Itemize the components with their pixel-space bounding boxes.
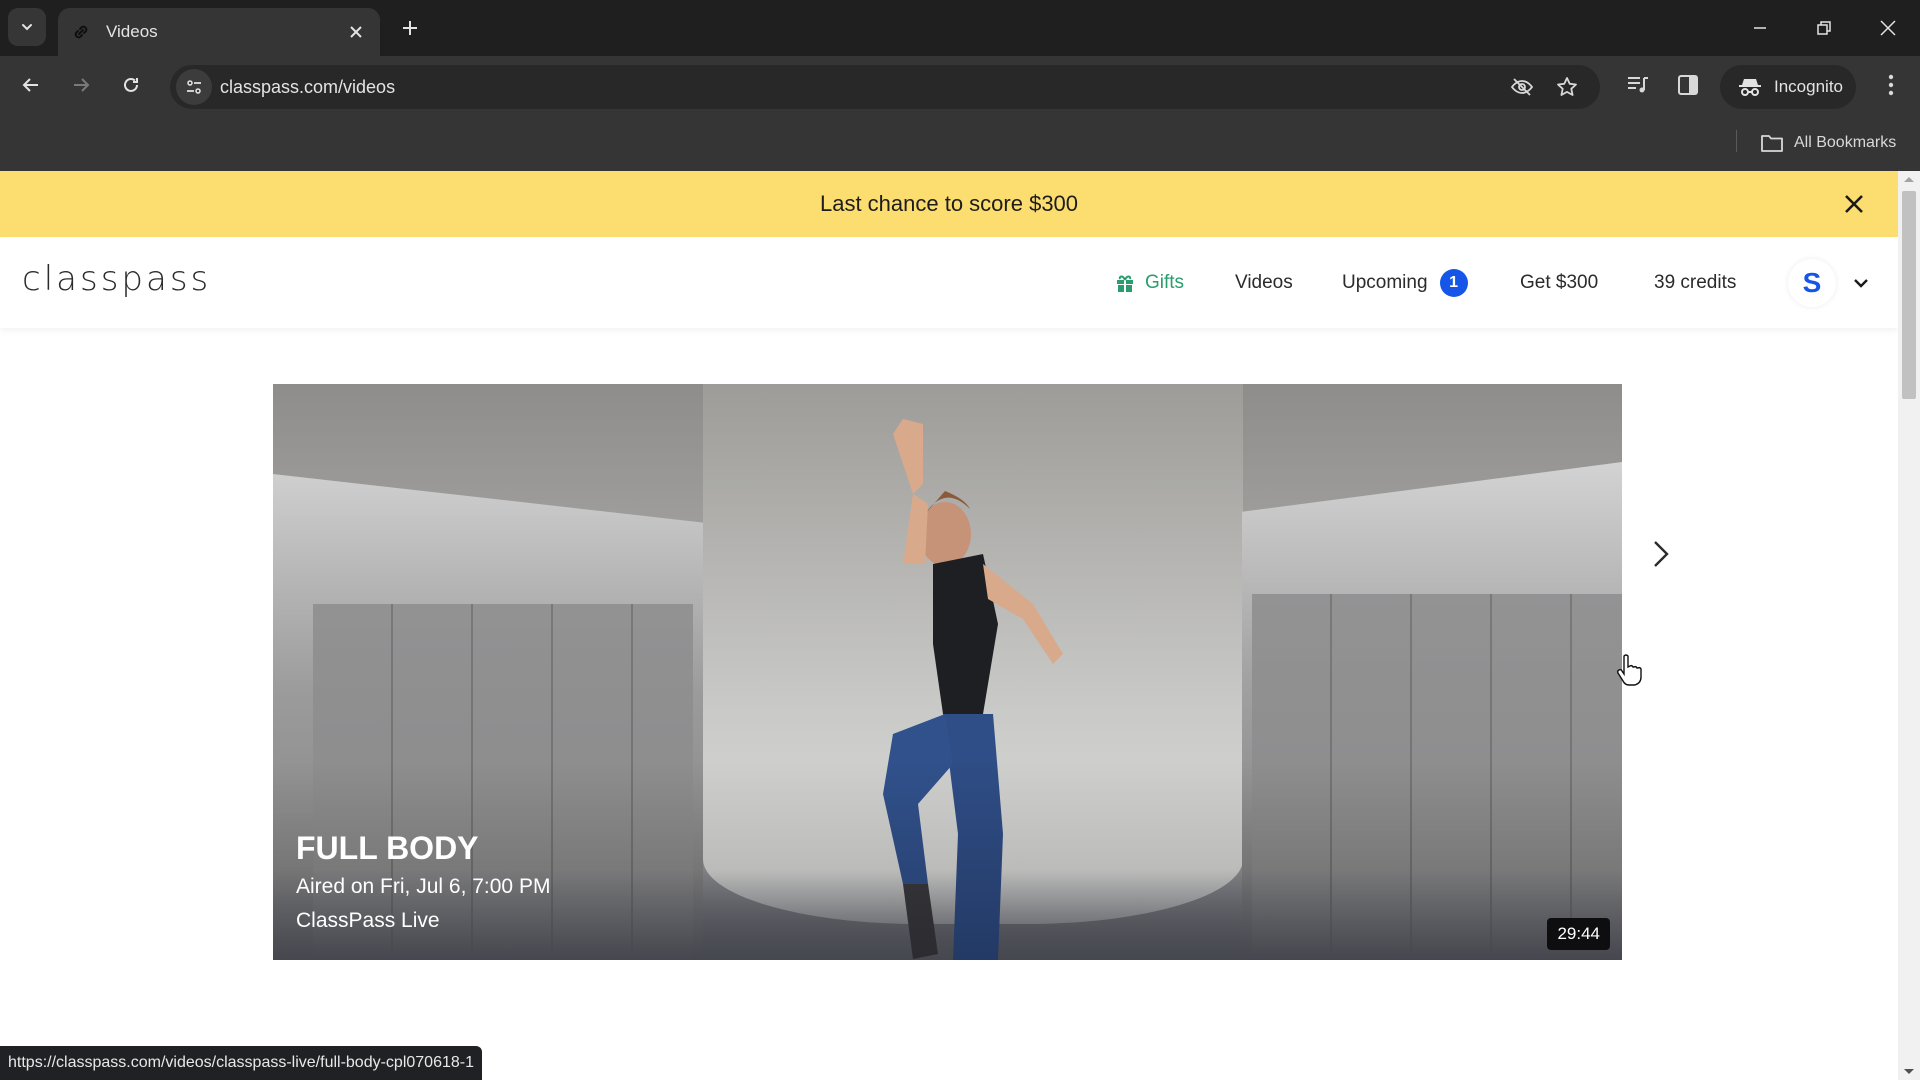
video-duration-badge: 29:44 — [1547, 918, 1610, 950]
scrollbar-thumb[interactable] — [1902, 191, 1916, 399]
user-avatar[interactable]: S — [1788, 259, 1836, 307]
browser-tab-videos[interactable]: Videos — [58, 8, 380, 56]
nav-upcoming-label: Upcoming — [1342, 271, 1428, 293]
chevron-down-icon — [22, 24, 32, 31]
chevron-down-icon — [1854, 279, 1868, 288]
plus-icon — [403, 21, 417, 35]
nav-videos-label: Videos — [1235, 271, 1293, 293]
classpass-logo[interactable]: classpass — [22, 259, 211, 299]
upcoming-count-badge: 1 — [1439, 268, 1468, 297]
forward-button[interactable] — [62, 66, 100, 104]
back-button[interactable] — [12, 66, 50, 104]
eye-off-icon — [1510, 78, 1534, 96]
star-icon — [1557, 77, 1577, 96]
close-icon — [1845, 195, 1863, 213]
nav-credits-label: 39 credits — [1654, 271, 1737, 293]
link-status-bubble: https://classpass.com/videos/classpass-l… — [0, 1046, 482, 1080]
promo-banner[interactable]: Last chance to score $300 — [0, 171, 1898, 237]
nav-gifts[interactable]: Gifts — [1115, 237, 1184, 328]
side-panel-button[interactable] — [1673, 70, 1703, 100]
nav-credits[interactable]: 39 credits — [1654, 237, 1736, 328]
incognito-icon — [1739, 79, 1761, 96]
promo-close-button[interactable] — [1838, 188, 1870, 220]
browser-tab-strip: Videos — [0, 0, 1920, 56]
music-queue-icon — [1628, 77, 1648, 93]
restore-button[interactable] — [1792, 0, 1856, 56]
site-settings-button[interactable] — [176, 69, 212, 105]
bookmarks-bar: All Bookmarks — [0, 114, 1920, 171]
link-icon — [70, 21, 92, 43]
address-bar[interactable]: classpass.com/videos — [170, 65, 1600, 109]
gift-icon — [1117, 275, 1133, 292]
tab-close-button[interactable] — [344, 20, 368, 44]
video-aired-date: Aired on Fri, Jul 6, 7:00 PM — [296, 875, 551, 898]
nav-gifts-label: Gifts — [1145, 271, 1185, 293]
new-tab-button[interactable] — [394, 12, 426, 44]
scroll-up-arrow-icon[interactable] — [1904, 177, 1914, 182]
hand-pointer-cursor-icon — [1616, 654, 1642, 686]
site-header: classpass Gifts Videos Upcoming 1 Get $3… — [0, 237, 1898, 328]
scroll-down-arrow-icon[interactable] — [1904, 1069, 1914, 1074]
arrow-right-icon — [74, 78, 90, 92]
media-controls-button[interactable] — [1623, 70, 1653, 100]
more-vertical-icon — [1888, 74, 1894, 96]
bookmarks-divider — [1736, 130, 1737, 152]
arrow-left-icon — [22, 78, 38, 92]
close-icon — [350, 26, 362, 38]
folder-icon — [1761, 134, 1783, 152]
nav-get-300-label: Get $300 — [1520, 271, 1599, 293]
all-bookmarks-label: All Bookmarks — [1794, 133, 1897, 151]
tracking-protection-button[interactable] — [1507, 72, 1537, 102]
carousel-next-button[interactable] — [1648, 534, 1674, 574]
restore-icon — [1817, 21, 1831, 35]
browser-toolbar: classpass.com/videos Incognito — [0, 56, 1920, 114]
featured-video-card[interactable]: FULL BODY Aired on Fri, Jul 6, 7:00 PM C… — [273, 384, 1622, 960]
tune-icon — [187, 80, 201, 94]
page-scrollbar[interactable] — [1898, 171, 1920, 1080]
reload-icon — [124, 77, 138, 92]
all-bookmarks-button[interactable]: All Bookmarks — [1760, 114, 1896, 171]
nav-videos[interactable]: Videos — [1235, 237, 1293, 328]
window-close-button[interactable] — [1856, 0, 1920, 56]
chevron-right-icon — [1654, 541, 1669, 567]
promo-banner-text[interactable]: Last chance to score $300 — [820, 191, 1078, 217]
account-menu-toggle[interactable] — [1848, 270, 1874, 296]
close-icon — [1880, 20, 1896, 36]
minimize-button[interactable] — [1728, 0, 1792, 56]
tab-search-button[interactable] — [8, 8, 46, 46]
reload-button[interactable] — [112, 66, 150, 104]
page-viewport: Last chance to score $300 classpass Gift… — [0, 171, 1898, 1080]
bookmark-star-button[interactable] — [1552, 72, 1582, 102]
url-text[interactable]: classpass.com/videos — [220, 65, 395, 109]
side-panel-icon — [1678, 75, 1698, 95]
minimize-icon — [1754, 27, 1766, 29]
incognito-profile-button[interactable]: Incognito — [1720, 65, 1856, 109]
browser-menu-button[interactable] — [1876, 70, 1906, 100]
tab-title: Videos — [106, 22, 158, 41]
incognito-label: Incognito — [1774, 77, 1843, 96]
nav-upcoming[interactable]: Upcoming 1 — [1342, 237, 1468, 328]
nav-get-300[interactable]: Get $300 — [1520, 237, 1598, 328]
video-title: FULL BODY — [296, 830, 479, 866]
video-provider: ClassPass Live — [296, 909, 440, 932]
